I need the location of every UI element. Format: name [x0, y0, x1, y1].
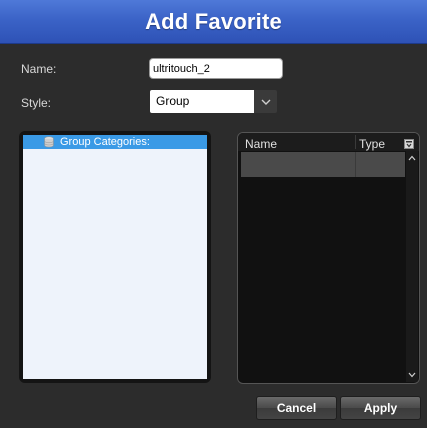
favorites-list: Name Type	[237, 132, 420, 384]
cancel-button[interactable]: Cancel	[256, 396, 337, 420]
add-favorite-dialog: Add Favorite Name: Style: Group	[0, 0, 427, 428]
list-header: Name Type	[238, 133, 419, 151]
style-select[interactable]: Group	[150, 90, 277, 113]
column-chooser-icon[interactable]	[404, 136, 414, 149]
apply-button[interactable]: Apply	[340, 396, 421, 420]
style-label: Style:	[21, 96, 52, 110]
scroll-down-icon[interactable]	[406, 370, 418, 380]
name-input[interactable]	[149, 58, 283, 79]
column-header-name[interactable]: Name	[245, 137, 277, 151]
chevron-down-icon[interactable]	[254, 90, 277, 113]
scroll-up-icon[interactable]	[406, 153, 418, 163]
tree-item-group-categories[interactable]: Group Categories:	[23, 135, 207, 149]
style-select-value: Group	[150, 90, 254, 113]
cell-divider	[355, 152, 356, 177]
dialog-title-bar: Add Favorite	[0, 0, 427, 44]
column-divider	[355, 135, 356, 149]
dialog-title: Add Favorite	[145, 8, 282, 34]
column-header-type[interactable]: Type	[359, 137, 385, 151]
name-label: Name:	[21, 62, 57, 76]
group-categories-tree: Group Categories:	[19, 131, 211, 383]
database-icon	[43, 136, 55, 148]
tree-content: Group Categories:	[23, 135, 207, 379]
list-row[interactable]	[241, 152, 405, 177]
list-scrollbar[interactable]	[406, 151, 418, 382]
tree-item-label: Group Categories:	[60, 136, 150, 148]
